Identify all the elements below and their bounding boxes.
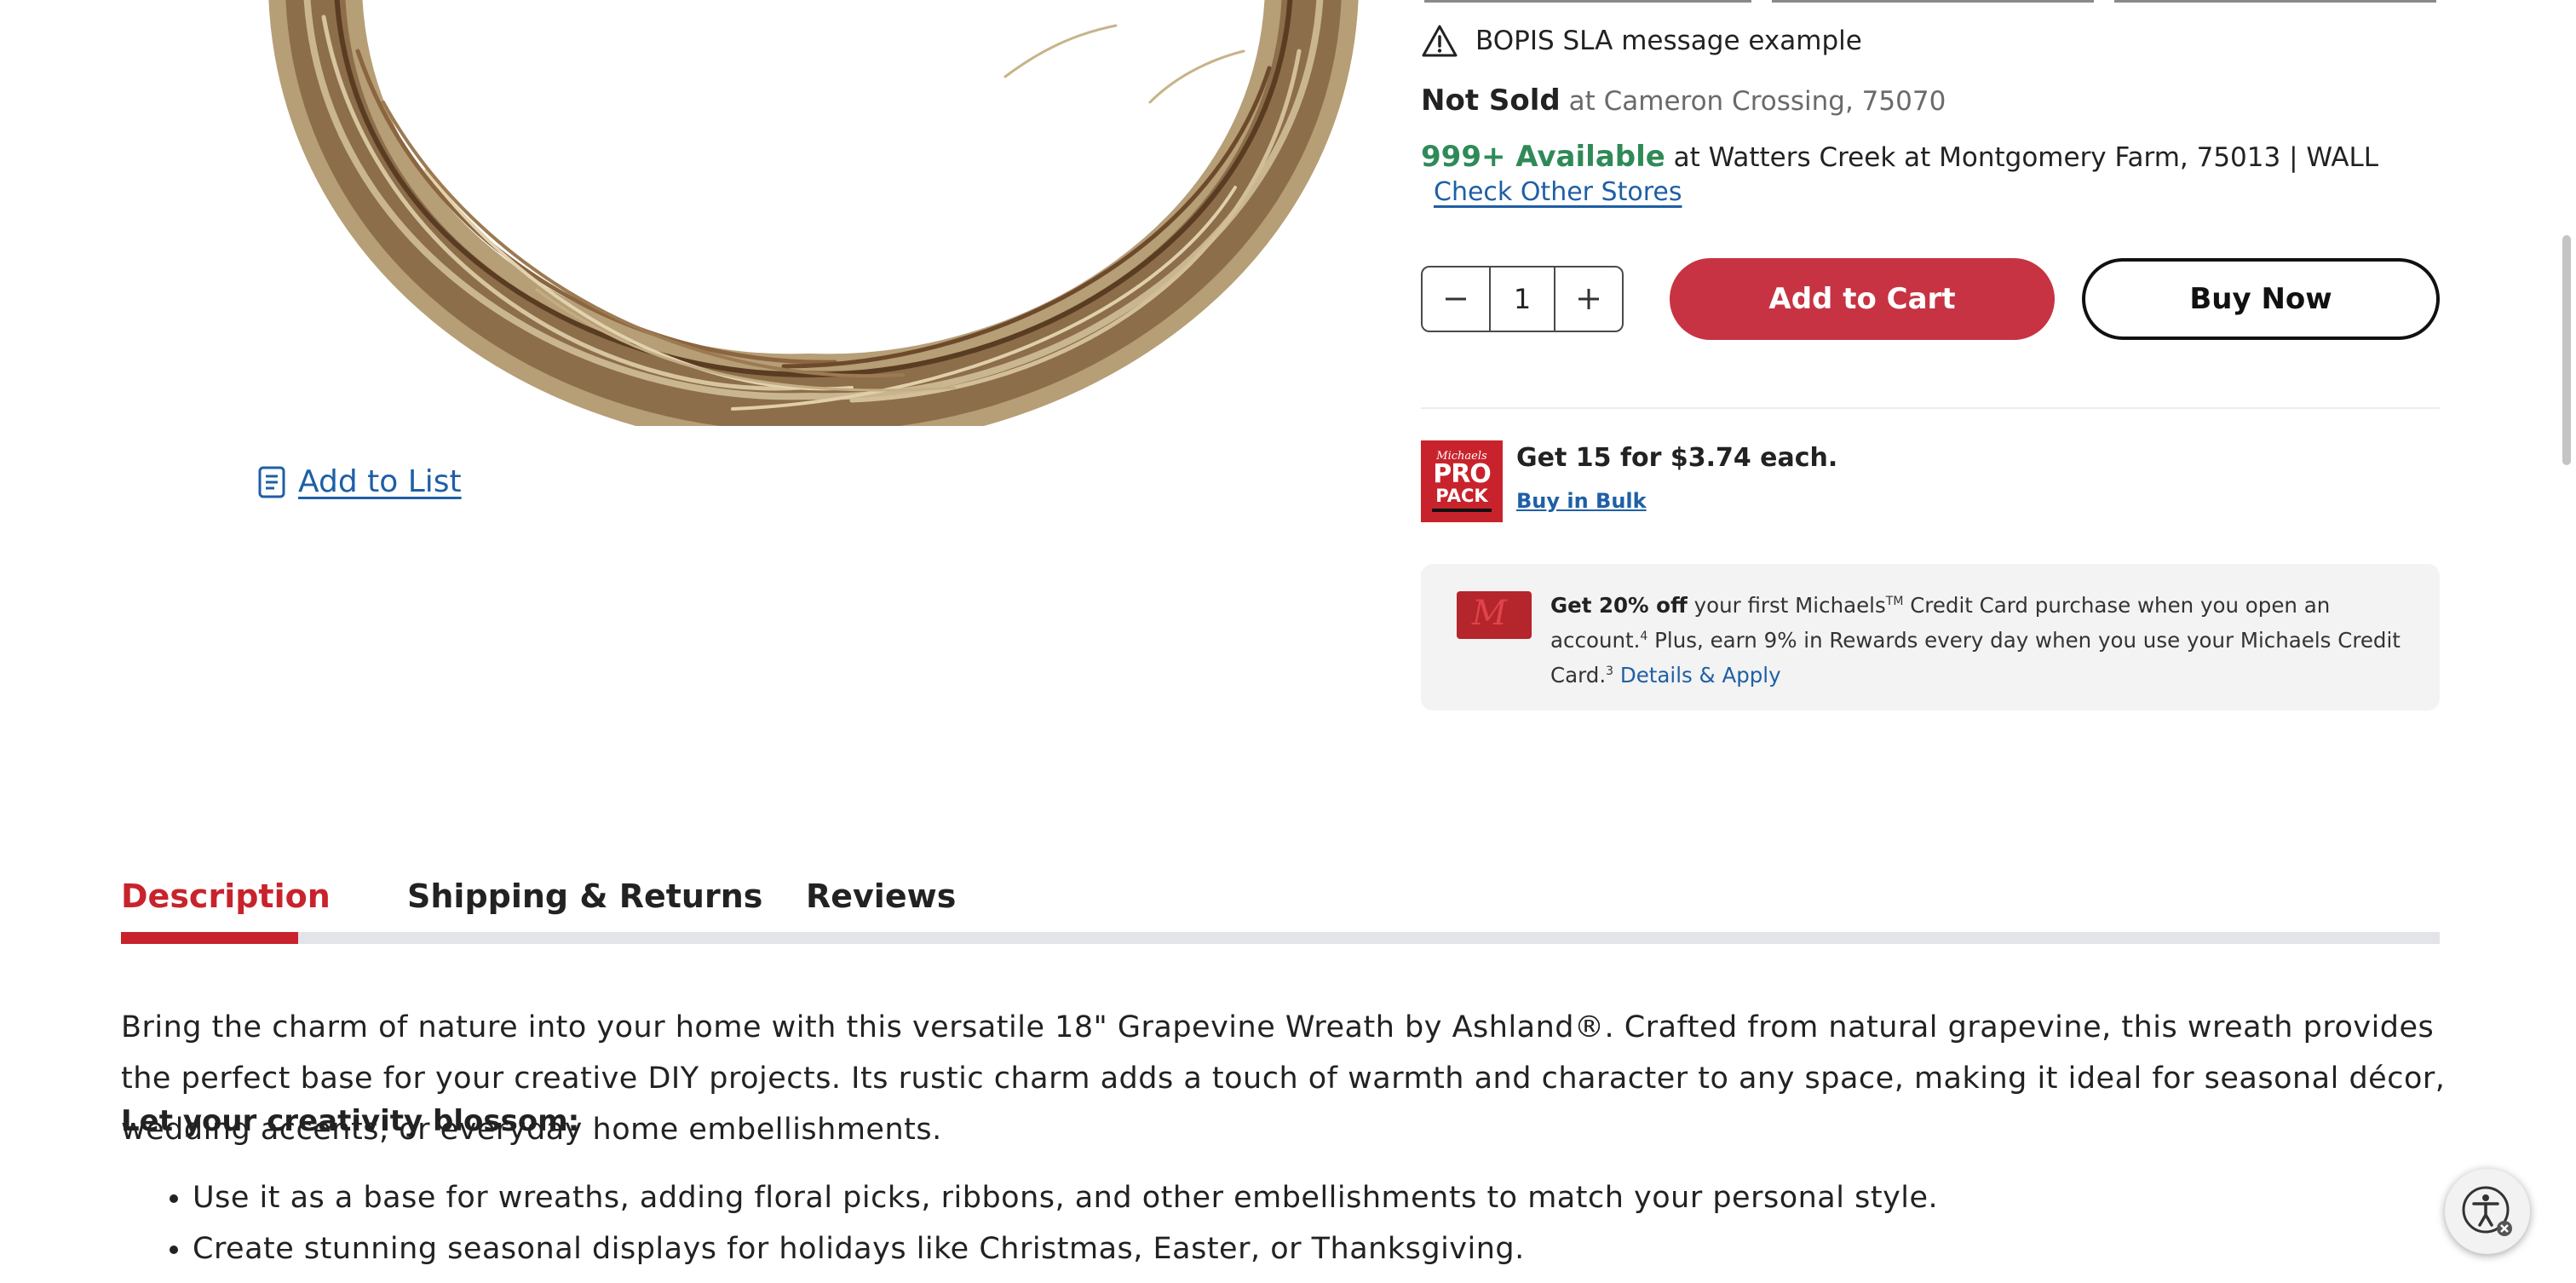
- description-bullets: Use it as a base for wreaths, adding flo…: [121, 1172, 1938, 1274]
- tab-track: [121, 932, 2440, 944]
- tab-description[interactable]: Description: [121, 877, 331, 915]
- decrease-quantity-button[interactable]: [1423, 268, 1489, 331]
- bopis-message: BOPIS SLA message example: [1421, 24, 1862, 58]
- minus-icon: [1446, 297, 1466, 301]
- accessibility-icon: [2462, 1186, 2512, 1236]
- promo-footnote-3: 3: [1606, 665, 1614, 679]
- check-other-stores-link[interactable]: Check Other Stores: [1434, 177, 1682, 207]
- product-image: [268, 0, 1359, 426]
- credit-promo-text: Get 20% off your first MichaelsTM Credit…: [1550, 586, 2411, 691]
- page-scrollbar[interactable]: [2562, 235, 2571, 465]
- details-apply-link[interactable]: Details & Apply: [1620, 663, 1781, 688]
- list-icon: [258, 466, 285, 498]
- pro-pack-logo-pro: PRO: [1433, 459, 1492, 489]
- warning-icon: [1422, 25, 1458, 57]
- add-to-list-button[interactable]: Add to List: [257, 464, 462, 499]
- bulk-offer-text: Get 15 for $3.74 each.: [1516, 443, 1838, 473]
- available-location: at Watters Creek at Montgomery Farm, 750…: [1665, 142, 2379, 173]
- available-label: 999+ Available: [1421, 140, 1665, 174]
- increase-quantity-button[interactable]: [1555, 268, 1622, 331]
- list-item: Use it as a base for wreaths, adding flo…: [193, 1172, 1938, 1223]
- section-divider: [1421, 407, 2440, 409]
- promo-text-1: your first Michaels: [1687, 593, 1886, 618]
- pro-pack-logo: Michaels PRO PACK: [1421, 440, 1503, 522]
- accessibility-button[interactable]: [2445, 1169, 2530, 1254]
- promo-footnote-4: 4: [1640, 630, 1648, 644]
- quantity-input[interactable]: 1: [1489, 268, 1555, 331]
- add-to-list-label: Add to List: [298, 464, 462, 499]
- promo-bold: Get 20% off: [1550, 593, 1688, 618]
- description-subheading: Let your creativity blossom:: [121, 1104, 580, 1138]
- buy-in-bulk-link[interactable]: Buy in Bulk: [1516, 489, 1647, 513]
- buy-now-button[interactable]: Buy Now: [2082, 258, 2440, 340]
- credit-card-logo-icon: M: [1472, 594, 1507, 633]
- tab-reviews[interactable]: Reviews: [806, 877, 956, 915]
- fulfillment-option-edge: [2114, 0, 2436, 3]
- plus-icon: [1578, 289, 1599, 309]
- add-to-cart-button[interactable]: Add to Cart: [1670, 258, 2055, 340]
- pro-pack-logo-bar: [1432, 509, 1492, 512]
- fulfillment-option-edge: [1424, 0, 1751, 3]
- fulfillment-option-edge: [1772, 0, 2094, 3]
- not-sold-label: Not Sold: [1421, 83, 1561, 118]
- promo-tm: TM: [1885, 595, 1904, 608]
- credit-card-image: M: [1457, 591, 1532, 639]
- pro-pack-logo-pack: PACK: [1435, 486, 1488, 506]
- not-sold-location: at Cameron Crossing, 75070: [1560, 86, 1946, 117]
- tab-shipping-returns[interactable]: Shipping & Returns: [407, 877, 762, 915]
- availability-status: 999+ Available at Watters Creek at Montg…: [1421, 140, 2378, 174]
- bopis-message-text: BOPIS SLA message example: [1475, 26, 1862, 56]
- list-item: Create stunning seasonal displays for ho…: [193, 1223, 1938, 1274]
- quantity-stepper: 1: [1421, 266, 1624, 332]
- not-sold-status: Not Sold at Cameron Crossing, 75070: [1421, 83, 1946, 118]
- active-tab-indicator: [121, 932, 298, 944]
